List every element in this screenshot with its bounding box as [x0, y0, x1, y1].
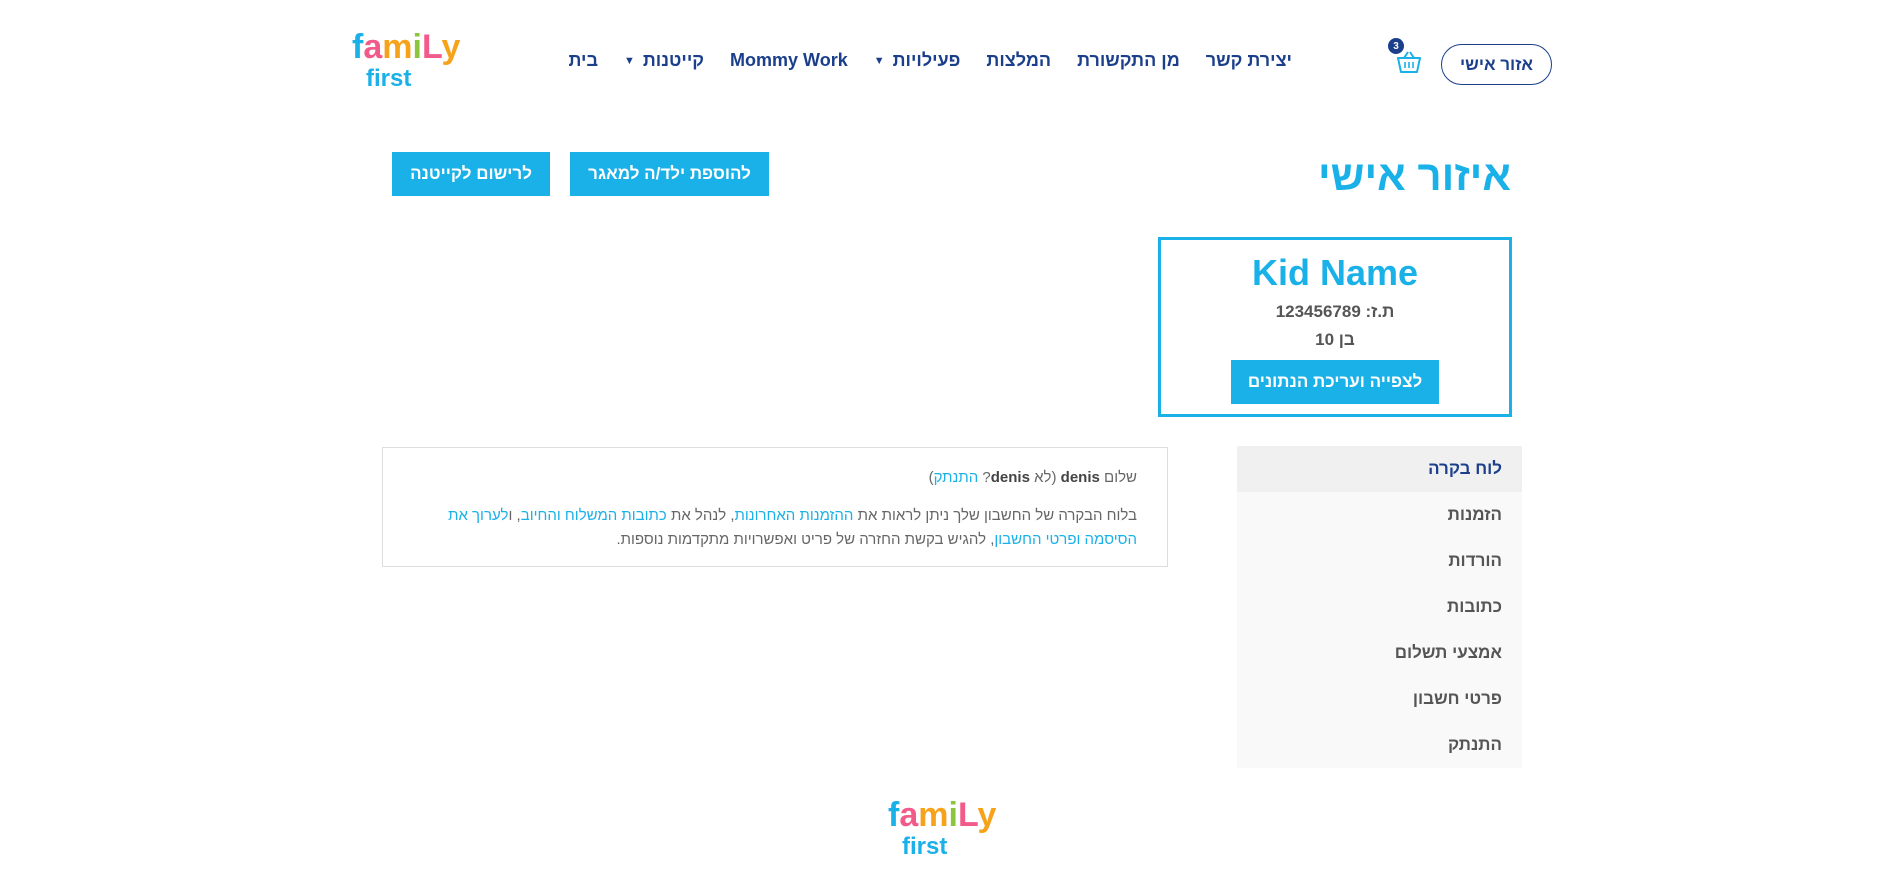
kid-id-number: ת.ז: 123456789 [1275, 302, 1395, 321]
nav-item[interactable]: מן התקשורת [1077, 50, 1180, 71]
nav-item-label: קייטנות [642, 50, 705, 70]
nav-item[interactable]: המלצות [986, 50, 1051, 71]
username: denis [1060, 469, 1100, 486]
description-text: בלוח הבקרה של החשבון שלך ניתן לראות את [857, 507, 1137, 524]
logout-link[interactable]: התנתק [934, 469, 979, 486]
personal-area-button[interactable]: אזור אישי [1441, 44, 1552, 85]
nav-item-label: יצירת קשר [1205, 50, 1292, 70]
account-nav-item[interactable]: הזמנות [1237, 492, 1522, 538]
nav-item-label: פעילויות [892, 50, 961, 70]
nav-item-label: המלצות [986, 50, 1052, 70]
footer-logo[interactable]: famiLy first [888, 796, 1018, 860]
nav-item-label: Mommy Work [730, 50, 848, 70]
account-nav-item[interactable]: לוח בקרה [1237, 446, 1522, 492]
caret-down-icon[interactable]: ▼ [624, 55, 635, 67]
svg-text:famiLy: famiLy [352, 28, 460, 66]
basket-icon [1397, 51, 1421, 73]
account-details-link[interactable]: ופרטי החשבון [994, 531, 1080, 548]
main-nav: בית קייטנות ▼ Mommy Work פעילויות ▼ המלצות מן ה… [568, 50, 1292, 71]
add-child-button[interactable]: להוספת ילד/ה למאגר [570, 152, 769, 196]
view-edit-data-button[interactable]: לצפייה ועריכת הנתונים [1231, 360, 1439, 404]
nav-item[interactable]: קייטנות ▼ [624, 50, 704, 71]
description-text: , להגיש בקשת החזרה של פריט ואפשרויות מתק… [616, 531, 995, 548]
site-logo[interactable]: famiLy first [352, 28, 482, 92]
hello-text: שלום [1104, 469, 1137, 486]
kid-card: Kid Name ת.ז: 123456789 בן 10 לצפייה וער… [1158, 237, 1512, 417]
account-nav-item[interactable]: הורדות [1237, 538, 1522, 584]
addresses-link[interactable]: כתובות המשלוח והחיוב [521, 507, 667, 524]
nav-item[interactable]: פעילויות ▼ [874, 50, 961, 71]
kid-name: Kid Name [1251, 252, 1419, 293]
nav-item[interactable]: יצירת קשר [1206, 50, 1292, 71]
family-first-logo-icon: famiLy first [352, 28, 460, 92]
account-nav-item[interactable]: התנתק [1237, 722, 1522, 768]
nav-item-label: בית [568, 50, 598, 70]
dashboard-description: בלוח הבקרה של החשבון שלך ניתן לראות את ה… [413, 504, 1137, 552]
svg-text:first: first [902, 833, 947, 860]
description-text: , ו [508, 507, 521, 524]
dashboard-welcome: שלום denis (לא denis? התנתק) בלוח הבקרה … [382, 447, 1168, 567]
cart-button[interactable] [1396, 50, 1422, 76]
page-title: איזור אישי [1317, 152, 1511, 199]
account-nav-item[interactable]: פרטי חשבון [1237, 676, 1522, 722]
account-nav-item[interactable]: כתובות [1237, 584, 1522, 630]
cart-count-badge: 3 [1388, 38, 1404, 54]
recent-orders-link[interactable]: ההזמנות האחרונות [735, 507, 854, 524]
svg-text:famiLy: famiLy [888, 796, 996, 834]
not-user-text: (לא [1034, 469, 1057, 486]
register-camp-button[interactable]: לרישום לקייטנה [392, 152, 550, 196]
description-text: , לנהל את [670, 507, 735, 524]
question-mark: ? [982, 469, 991, 486]
svg-text:first: first [366, 65, 411, 92]
family-first-logo-icon: famiLy first [888, 796, 996, 860]
account-navigation: לוח בקרה הזמנות הורדות כתובות אמצעי תשלום פרט… [1237, 446, 1522, 768]
nav-item[interactable]: בית [568, 50, 598, 71]
not-username: denis [990, 469, 1030, 486]
nav-item-label: מן התקשורת [1077, 50, 1180, 70]
nav-item[interactable]: Mommy Work [730, 50, 848, 71]
kid-age: בן 10 [1315, 330, 1355, 349]
account-nav-item[interactable]: אמצעי תשלום [1237, 630, 1522, 676]
caret-down-icon[interactable]: ▼ [874, 55, 885, 67]
welcome-greeting: שלום denis (לא denis? התנתק) [413, 466, 1137, 490]
